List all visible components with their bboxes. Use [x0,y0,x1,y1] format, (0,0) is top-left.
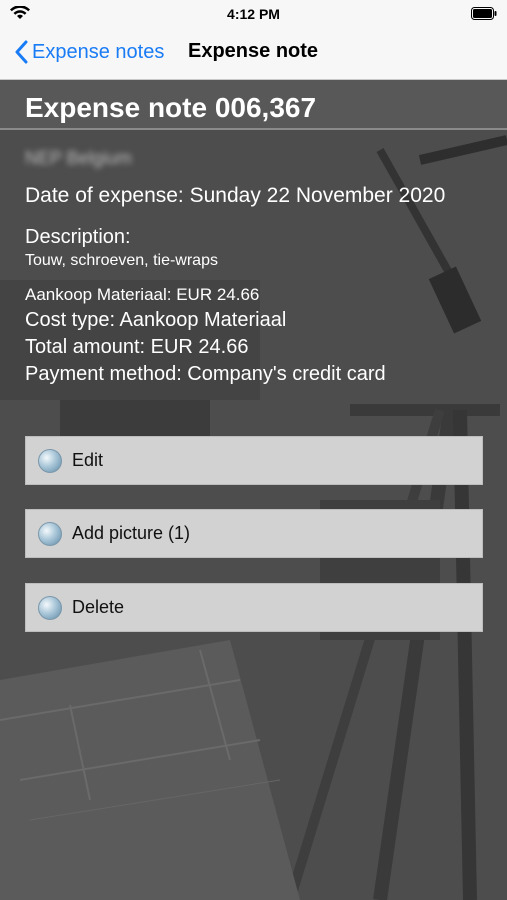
total-amount: Total amount: EUR 24.66 [25,336,249,358]
navigation-bar: 4:12 PM Expense notes Expense note [0,0,507,80]
edit-button[interactable]: Edit [25,436,483,485]
delete-button[interactable]: Delete [25,583,483,632]
battery-icon [471,7,497,20]
payment-method: Payment method: Company's credit card [25,363,386,385]
nav-title: Expense note [188,40,319,62]
delete-button-label: Delete [72,597,125,617]
bullet-orb-icon [38,595,62,620]
edit-button-label: Edit [72,450,104,470]
add-picture-button-label: Add picture (1) [72,523,191,543]
description-value: Touw, schroeven, tie-wraps [25,252,218,269]
company-name-blurred: NEP Belgium [25,148,132,168]
bullet-orb-icon [38,521,62,546]
status-bar: 4:12 PM [0,0,507,28]
add-picture-button[interactable]: Add picture (1) [25,509,483,558]
back-button-label: Expense notes [32,40,165,63]
description-label: Description: [25,226,131,248]
back-button[interactable]: Expense notes [14,37,164,67]
expense-item-line: Aankoop Materiaal: EUR 24.66 [25,285,260,304]
nav-row: Expense notes Expense note [0,30,507,74]
chevron-left-icon [15,40,28,64]
cost-type: Cost type: Aankoop Materiaal [25,309,287,331]
expense-date: Date of expense: Sunday 22 November 2020 [25,184,446,207]
expense-note-title: Expense note 006,367 [25,92,317,123]
status-time: 4:12 PM [227,6,280,22]
bullet-orb-icon [38,448,62,473]
